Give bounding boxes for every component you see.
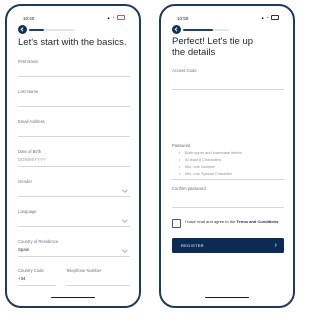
dob-field[interactable]: Date of Birth DD/MM/YYYY — [18, 149, 130, 167]
progress-fill — [29, 29, 45, 31]
battery-icon — [271, 15, 279, 21]
confirm-password-label: Confirm password — [172, 186, 206, 191]
requirement-item: Min. one Number — [172, 163, 284, 170]
requirement-item: Min. one Special Character — [172, 170, 284, 177]
battery-icon — [117, 15, 125, 21]
home-indicator — [51, 296, 95, 298]
status-bar: 10:40 ▴ ◔ — [23, 15, 125, 22]
language-label: Language — [18, 209, 37, 214]
dob-label: Date of Birth — [18, 149, 42, 154]
first-name-label: First Name — [18, 59, 39, 64]
register-label: REGISTER — [181, 243, 204, 248]
last-name-label: Last Name — [18, 89, 39, 94]
progress-bar — [29, 29, 75, 31]
home-indicator — [205, 296, 249, 298]
requirement-item: Both upper and lowercase letters — [172, 149, 284, 156]
chevron-down-icon — [122, 187, 128, 193]
requirement-item: At least 8 Characters — [172, 156, 284, 163]
password-requirements: Both upper and lowercase letters At leas… — [172, 149, 284, 177]
phone-screen-details: 10:50 ▴ ◔ Perfect! Let's tie up the deta… — [159, 4, 295, 308]
language-select[interactable]: Language — [18, 209, 130, 227]
country-select[interactable]: Country of Residence Spain — [18, 239, 130, 257]
telephone-label: Telephone Number — [66, 268, 102, 273]
terms-text: I have read and agree to the Terms and C… — [185, 219, 280, 224]
gender-select[interactable]: Gender — [18, 179, 130, 197]
country-code-value[interactable]: +34 — [18, 276, 25, 281]
phone-screen-basics: 10:40 ▴ ◔ Let's start with the basics. F… — [5, 4, 141, 308]
country-label: Country of Residence — [18, 239, 59, 244]
confirm-password-field[interactable]: Confirm password — [172, 186, 284, 208]
status-bar: 10:50 ▴ ◔ — [177, 15, 279, 22]
progress-bar — [183, 29, 229, 31]
password-label: Password — [172, 143, 191, 148]
country-code-label: Country Code — [18, 268, 44, 273]
telephone-input[interactable] — [66, 285, 130, 286]
dob-placeholder: DD/MM/YYYY — [18, 157, 46, 162]
status-icons: ▴ ◔ — [262, 15, 279, 21]
status-time: 10:50 — [177, 16, 189, 21]
email-label: Email Address — [18, 119, 45, 124]
back-button[interactable] — [172, 25, 181, 34]
status-icons: ▴ ◔ — [108, 15, 125, 21]
country-value: Spain — [18, 247, 30, 252]
access-code-field[interactable]: Access Code — [172, 68, 284, 90]
arrow-right-icon: › — [274, 241, 277, 249]
terms-checkbox[interactable] — [172, 219, 181, 228]
chevron-down-icon — [122, 247, 128, 253]
back-button[interactable] — [18, 25, 27, 34]
register-button[interactable]: REGISTER › — [172, 238, 284, 253]
last-name-field[interactable]: Last Name — [18, 89, 130, 107]
password-input[interactable] — [172, 179, 284, 180]
status-time: 10:40 — [23, 16, 35, 21]
page-title-line1: Perfect! Let's tie up — [172, 36, 254, 47]
first-name-field[interactable]: First Name — [18, 59, 130, 77]
email-field[interactable]: Email Address — [18, 119, 130, 137]
progress-fill — [183, 29, 214, 31]
page-title: Let's start with the basics. — [18, 37, 127, 48]
chevron-down-icon — [122, 217, 128, 223]
phone-row: Country Code Telephone Number +34 — [18, 268, 130, 286]
gender-label: Gender — [18, 179, 32, 184]
terms-link[interactable]: Terms and Conditions — [236, 219, 278, 224]
terms-row: I have read and agree to the Terms and C… — [172, 219, 284, 233]
access-code-label: Access Code — [172, 68, 197, 73]
page-title-line2: the details — [172, 47, 216, 58]
